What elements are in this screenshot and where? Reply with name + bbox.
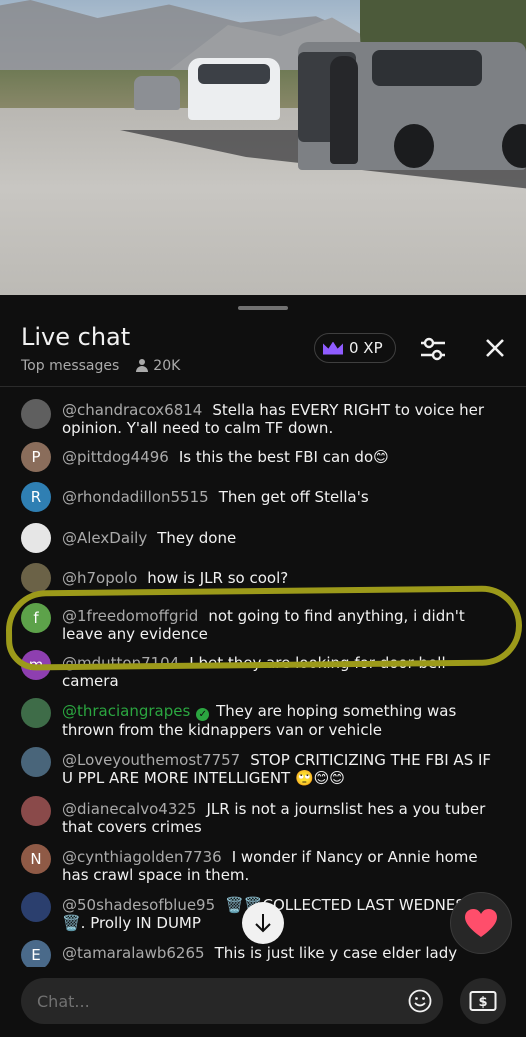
avatar[interactable]: R — [21, 482, 51, 512]
message-author[interactable]: @cynthiagolden7736 — [62, 848, 222, 866]
video-player[interactable] — [0, 0, 526, 295]
chat-mode-label: Top messages — [21, 358, 120, 374]
message-author[interactable]: @Loveyouthemost7757 — [62, 751, 240, 769]
scroll-to-bottom-button[interactable] — [242, 902, 284, 944]
chat-mode-selector[interactable]: Top messages 20K — [21, 358, 180, 374]
avatar[interactable]: f — [21, 603, 51, 633]
chat-input-bar — [21, 978, 443, 1024]
viewer-count-value: 20K — [153, 358, 181, 374]
chat-title: Live chat — [21, 323, 131, 351]
heart-icon — [465, 909, 497, 937]
dollar-icon: $ — [469, 991, 497, 1011]
avatar[interactable] — [21, 747, 51, 777]
message-author[interactable]: @thraciangrapes — [62, 702, 190, 720]
message-text: They done — [157, 529, 237, 547]
message-text: This is just like y case elder lady — [214, 944, 458, 962]
message-author[interactable]: @mdutton7104 — [62, 654, 179, 672]
message-list[interactable]: @chandracox6814 Stella has EVERY RIGHT to… — [0, 387, 526, 967]
avatar[interactable] — [21, 796, 51, 826]
emoji-icon — [408, 989, 432, 1013]
video-car-distant — [134, 76, 180, 110]
xp-label: 0 XP — [349, 339, 383, 357]
message-author[interactable]: @h7opolo — [62, 569, 137, 587]
close-icon — [486, 339, 504, 357]
avatar[interactable]: P — [21, 442, 51, 472]
message-author[interactable]: @tamaralawb6265 — [62, 944, 205, 962]
message-author[interactable]: @chandracox6814 — [62, 401, 202, 419]
filter-button[interactable] — [418, 335, 448, 363]
person-icon — [135, 359, 149, 373]
avatar[interactable] — [21, 399, 51, 429]
avatar[interactable] — [21, 892, 51, 922]
close-button[interactable] — [480, 333, 510, 363]
message-author[interactable]: @50shadesofblue95 — [62, 896, 215, 914]
viewer-count: 20K — [135, 358, 180, 374]
avatar[interactable]: m — [21, 650, 51, 680]
super-chat-button[interactable]: $ — [460, 978, 506, 1024]
video-white-suv — [188, 58, 280, 120]
avatar[interactable] — [21, 523, 51, 553]
video-person — [330, 56, 358, 164]
reaction-button[interactable] — [450, 892, 512, 954]
message-author[interactable]: @AlexDaily — [62, 529, 147, 547]
arrow-down-icon — [255, 914, 271, 933]
message-author[interactable]: @pittdog4496 — [62, 448, 169, 466]
message-text: how is JLR so cool? — [147, 569, 289, 587]
avatar[interactable]: E — [21, 940, 51, 967]
svg-text:$: $ — [478, 995, 487, 1010]
message-author[interactable]: @rhondadillon5515 — [62, 488, 209, 506]
avatar[interactable]: N — [21, 844, 51, 874]
message-text: Is this the best FBI can do😊 — [178, 448, 389, 466]
avatar[interactable] — [21, 563, 51, 593]
emoji-button[interactable] — [408, 989, 432, 1013]
message-author[interactable]: @1freedomoffgrid — [62, 607, 198, 625]
drag-handle[interactable] — [238, 306, 288, 310]
member-badge-icon: ✓ — [196, 708, 210, 721]
xp-button[interactable]: 0 XP — [314, 333, 396, 363]
avatar[interactable] — [21, 698, 51, 728]
message-author[interactable]: @dianecalvo4325 — [62, 800, 196, 818]
message-text: Then get off Stella's — [218, 488, 369, 506]
crown-icon — [323, 341, 343, 355]
chat-input[interactable] — [37, 978, 397, 1024]
sliders-icon — [421, 337, 445, 361]
